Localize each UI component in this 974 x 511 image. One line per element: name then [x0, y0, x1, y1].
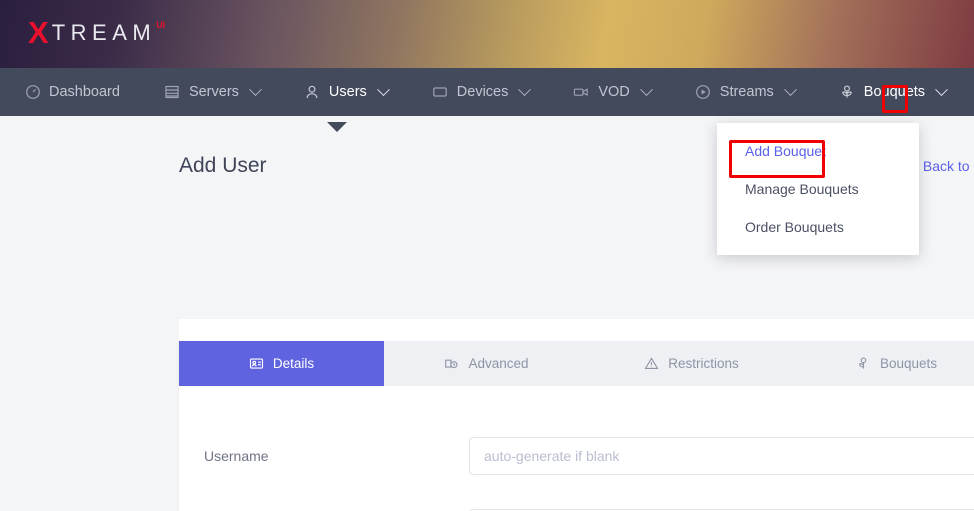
- nav-label-users: Users: [328, 84, 367, 100]
- nav-item-vod[interactable]: VOD: [573, 68, 653, 116]
- app-logo[interactable]: X TREAM UI: [28, 17, 165, 48]
- nav-item-streams[interactable]: Streams: [695, 68, 797, 116]
- tab-label-restrictions: Restrictions: [668, 356, 739, 371]
- play-circle-icon: [695, 84, 712, 101]
- server-icon: [164, 84, 181, 101]
- page-title: Add User: [179, 154, 267, 177]
- back-to-users-link[interactable]: Back to Users: [923, 158, 974, 174]
- logo-wordmark: TREAM: [51, 20, 157, 45]
- logo-superscript: UI: [156, 20, 166, 30]
- chevron-down-icon[interactable]: [783, 82, 797, 96]
- brand-header: X TREAM UI: [0, 0, 974, 68]
- id-card-icon: [249, 356, 264, 371]
- menu-item-manage-bouquets[interactable]: Manage Bouquets: [717, 170, 919, 208]
- form-row-password: Password: [179, 492, 974, 511]
- nav-item-devices[interactable]: Devices: [432, 68, 532, 116]
- nav-label-vod: VOD: [598, 84, 630, 100]
- video-camera-icon: [573, 84, 590, 101]
- device-icon: [432, 84, 449, 101]
- user-icon: [304, 84, 321, 101]
- tab-bar: Details Advanced Restrictions Bouquets: [179, 341, 974, 386]
- chevron-down-icon[interactable]: [518, 82, 532, 96]
- form-row-username: Username: [179, 420, 974, 492]
- chevron-down-icon[interactable]: [935, 82, 948, 96]
- username-input[interactable]: [469, 437, 974, 475]
- nav-label-bouquets: Bouquets: [863, 84, 926, 100]
- add-user-form: Username Password Owner admin: [179, 386, 974, 511]
- warning-icon: [644, 356, 659, 371]
- nav-label-dashboard: Dashboard: [49, 84, 120, 100]
- label-text-username: Username: [204, 448, 269, 464]
- nav-label-devices: Devices: [456, 84, 509, 100]
- tab-advanced[interactable]: Advanced: [384, 341, 589, 386]
- chevron-down-icon[interactable]: [249, 82, 262, 96]
- nav-item-bouquets[interactable]: Bouquets: [839, 68, 948, 116]
- settings-icon: [444, 356, 459, 371]
- logo-x-mark: X: [28, 15, 49, 50]
- main-navigation: Dashboard Servers Users Devices VOD Stre…: [0, 68, 974, 116]
- tab-restrictions[interactable]: Restrictions: [589, 341, 794, 386]
- menu-item-add-bouquet[interactable]: Add Bouquet: [717, 132, 919, 170]
- tab-label-advanced: Advanced: [468, 356, 529, 371]
- chevron-down-icon[interactable]: [376, 82, 390, 96]
- active-nav-caret: [327, 122, 347, 132]
- tab-details[interactable]: Details: [179, 341, 384, 386]
- label-username: Username: [204, 448, 469, 464]
- tab-label-details: Details: [272, 356, 315, 371]
- tab-label-bouquets: Bouquets: [879, 356, 938, 371]
- chevron-down-icon[interactable]: [639, 82, 653, 96]
- tab-bouquets[interactable]: Bouquets: [794, 341, 974, 386]
- add-user-card: Details Advanced Restrictions Bouquets U…: [179, 341, 974, 511]
- nav-label-streams: Streams: [719, 84, 774, 100]
- menu-item-order-bouquets[interactable]: Order Bouquets: [717, 208, 919, 246]
- flower-icon: [839, 84, 856, 101]
- card-top-strip: [179, 319, 974, 341]
- nav-item-servers[interactable]: Servers: [164, 68, 262, 116]
- flower-icon: [856, 356, 871, 371]
- nav-item-users[interactable]: Users: [304, 68, 390, 116]
- nav-label-servers: Servers: [188, 84, 239, 100]
- gauge-icon: [24, 84, 41, 101]
- nav-item-dashboard[interactable]: Dashboard: [24, 68, 120, 116]
- bouquets-dropdown-menu: Add Bouquet Manage Bouquets Order Bouque…: [717, 123, 919, 255]
